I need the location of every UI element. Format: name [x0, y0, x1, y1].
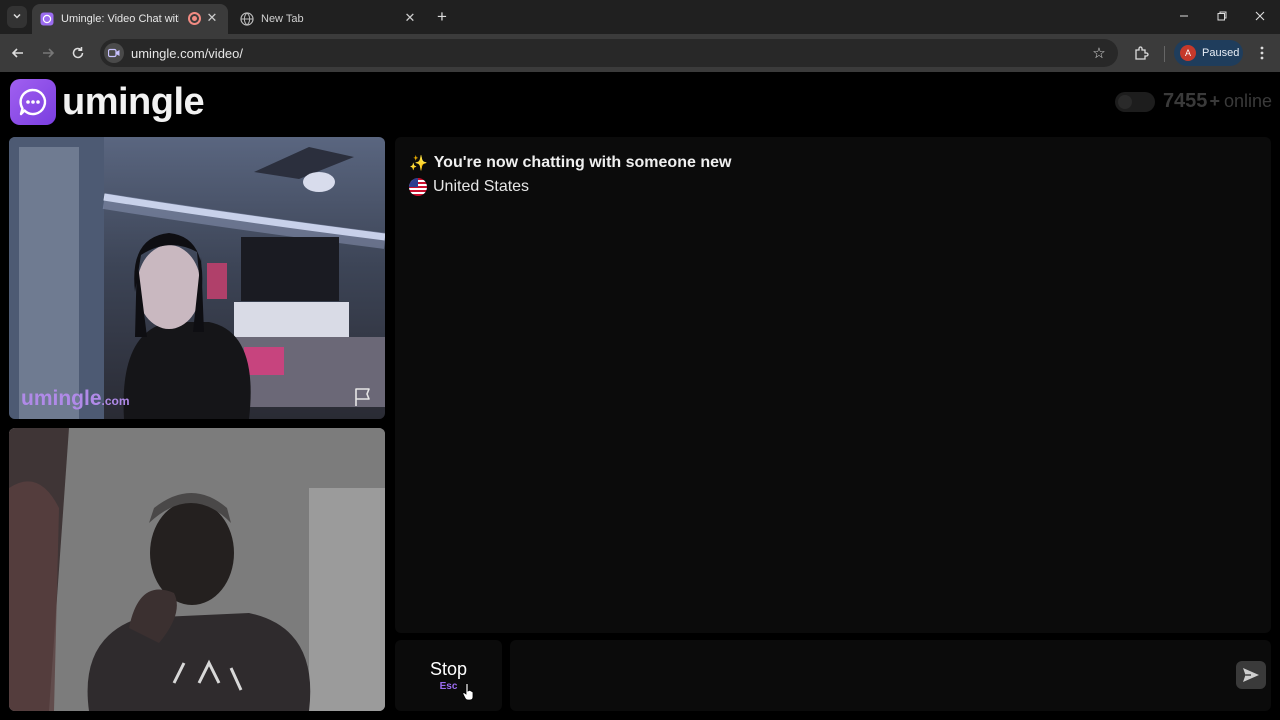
us-flag-icon — [409, 178, 427, 196]
close-tab-icon[interactable]: ✕ — [205, 10, 219, 25]
browser-tab-bar: Umingle: Video Chat with St ✕ New Tab ✕ … — [0, 0, 1280, 34]
tab-umingle[interactable]: Umingle: Video Chat with St ✕ — [32, 4, 228, 34]
system-message: ✨ You're now chatting with someone new — [409, 154, 731, 172]
system-message-text: You're now chatting with someone new — [433, 154, 732, 171]
close-window-icon[interactable] — [1249, 6, 1271, 26]
close-tab-icon[interactable]: ✕ — [403, 10, 417, 25]
watermark-suffix: .com — [101, 394, 130, 408]
online-label: online — [1223, 91, 1272, 111]
reload-icon[interactable] — [68, 43, 88, 63]
avatar: A — [1180, 45, 1196, 61]
theme-toggle[interactable] — [1114, 91, 1155, 112]
chat-log: ✨ You're now chatting with someone new U… — [395, 137, 1271, 633]
stranger-video: umingle.com — [9, 137, 385, 419]
umingle-chat-icon — [40, 12, 54, 26]
umingle-page: umingle 7455 + online umingle.com ✨ You'… — [0, 72, 1280, 720]
message-input[interactable] — [510, 640, 1271, 711]
forward-arrow-icon[interactable] — [38, 43, 58, 63]
self-video — [9, 428, 385, 711]
browser-toolbar: umingle.com/video/ ☆ A Paused — [0, 34, 1280, 72]
profile-status-label: Paused — [1202, 47, 1240, 59]
url-text: umingle.com/video/ — [131, 46, 243, 61]
stranger-country: United States — [409, 178, 529, 196]
self-video-frame — [9, 428, 385, 711]
chevron-down-icon — [12, 8, 22, 26]
online-count: 7455 — [1162, 90, 1208, 112]
tab-title: Umingle: Video Chat with St — [61, 13, 179, 25]
chat-bubble-icon — [10, 79, 56, 125]
profile-button[interactable]: A Paused — [1174, 40, 1243, 66]
tab-new-tab[interactable]: New Tab ✕ — [232, 4, 426, 34]
more-menu-icon[interactable] — [1252, 43, 1272, 63]
address-bar[interactable]: umingle.com/video/ ☆ — [100, 39, 1118, 67]
restore-icon[interactable] — [1211, 6, 1233, 26]
bookmark-star-icon[interactable]: ☆ — [1090, 44, 1108, 62]
stop-label: Stop — [429, 659, 468, 679]
umingle-watermark: umingle.com — [21, 387, 130, 411]
report-flag-icon[interactable] — [351, 385, 375, 409]
sparkles-icon: ✨ — [409, 155, 428, 172]
stop-button[interactable]: Stop Esc — [395, 640, 502, 711]
hand-cursor-icon — [462, 683, 474, 701]
tab-search-button[interactable] — [7, 6, 27, 28]
watermark-text: umingle — [21, 387, 102, 410]
stranger-video-frame — [9, 137, 385, 419]
site-logo[interactable]: umingle — [10, 79, 205, 125]
tab-title: New Tab — [261, 13, 304, 25]
logo-text: umingle — [62, 80, 205, 123]
online-plus: + — [1209, 91, 1220, 111]
minimize-icon[interactable] — [1173, 6, 1195, 26]
online-counter: 7455 + online — [1114, 90, 1272, 113]
globe-icon — [240, 12, 254, 26]
back-arrow-icon[interactable] — [8, 43, 28, 63]
stop-shortcut-key: Esc — [439, 681, 458, 692]
video-camera-icon[interactable] — [104, 43, 124, 63]
country-name: United States — [433, 178, 530, 195]
recording-indicator-icon — [188, 12, 201, 25]
new-tab-plus-icon[interactable]: + — [432, 7, 452, 27]
extensions-puzzle-icon[interactable] — [1131, 43, 1151, 63]
send-icon[interactable] — [1236, 661, 1266, 689]
toolbar-divider — [1164, 46, 1165, 62]
